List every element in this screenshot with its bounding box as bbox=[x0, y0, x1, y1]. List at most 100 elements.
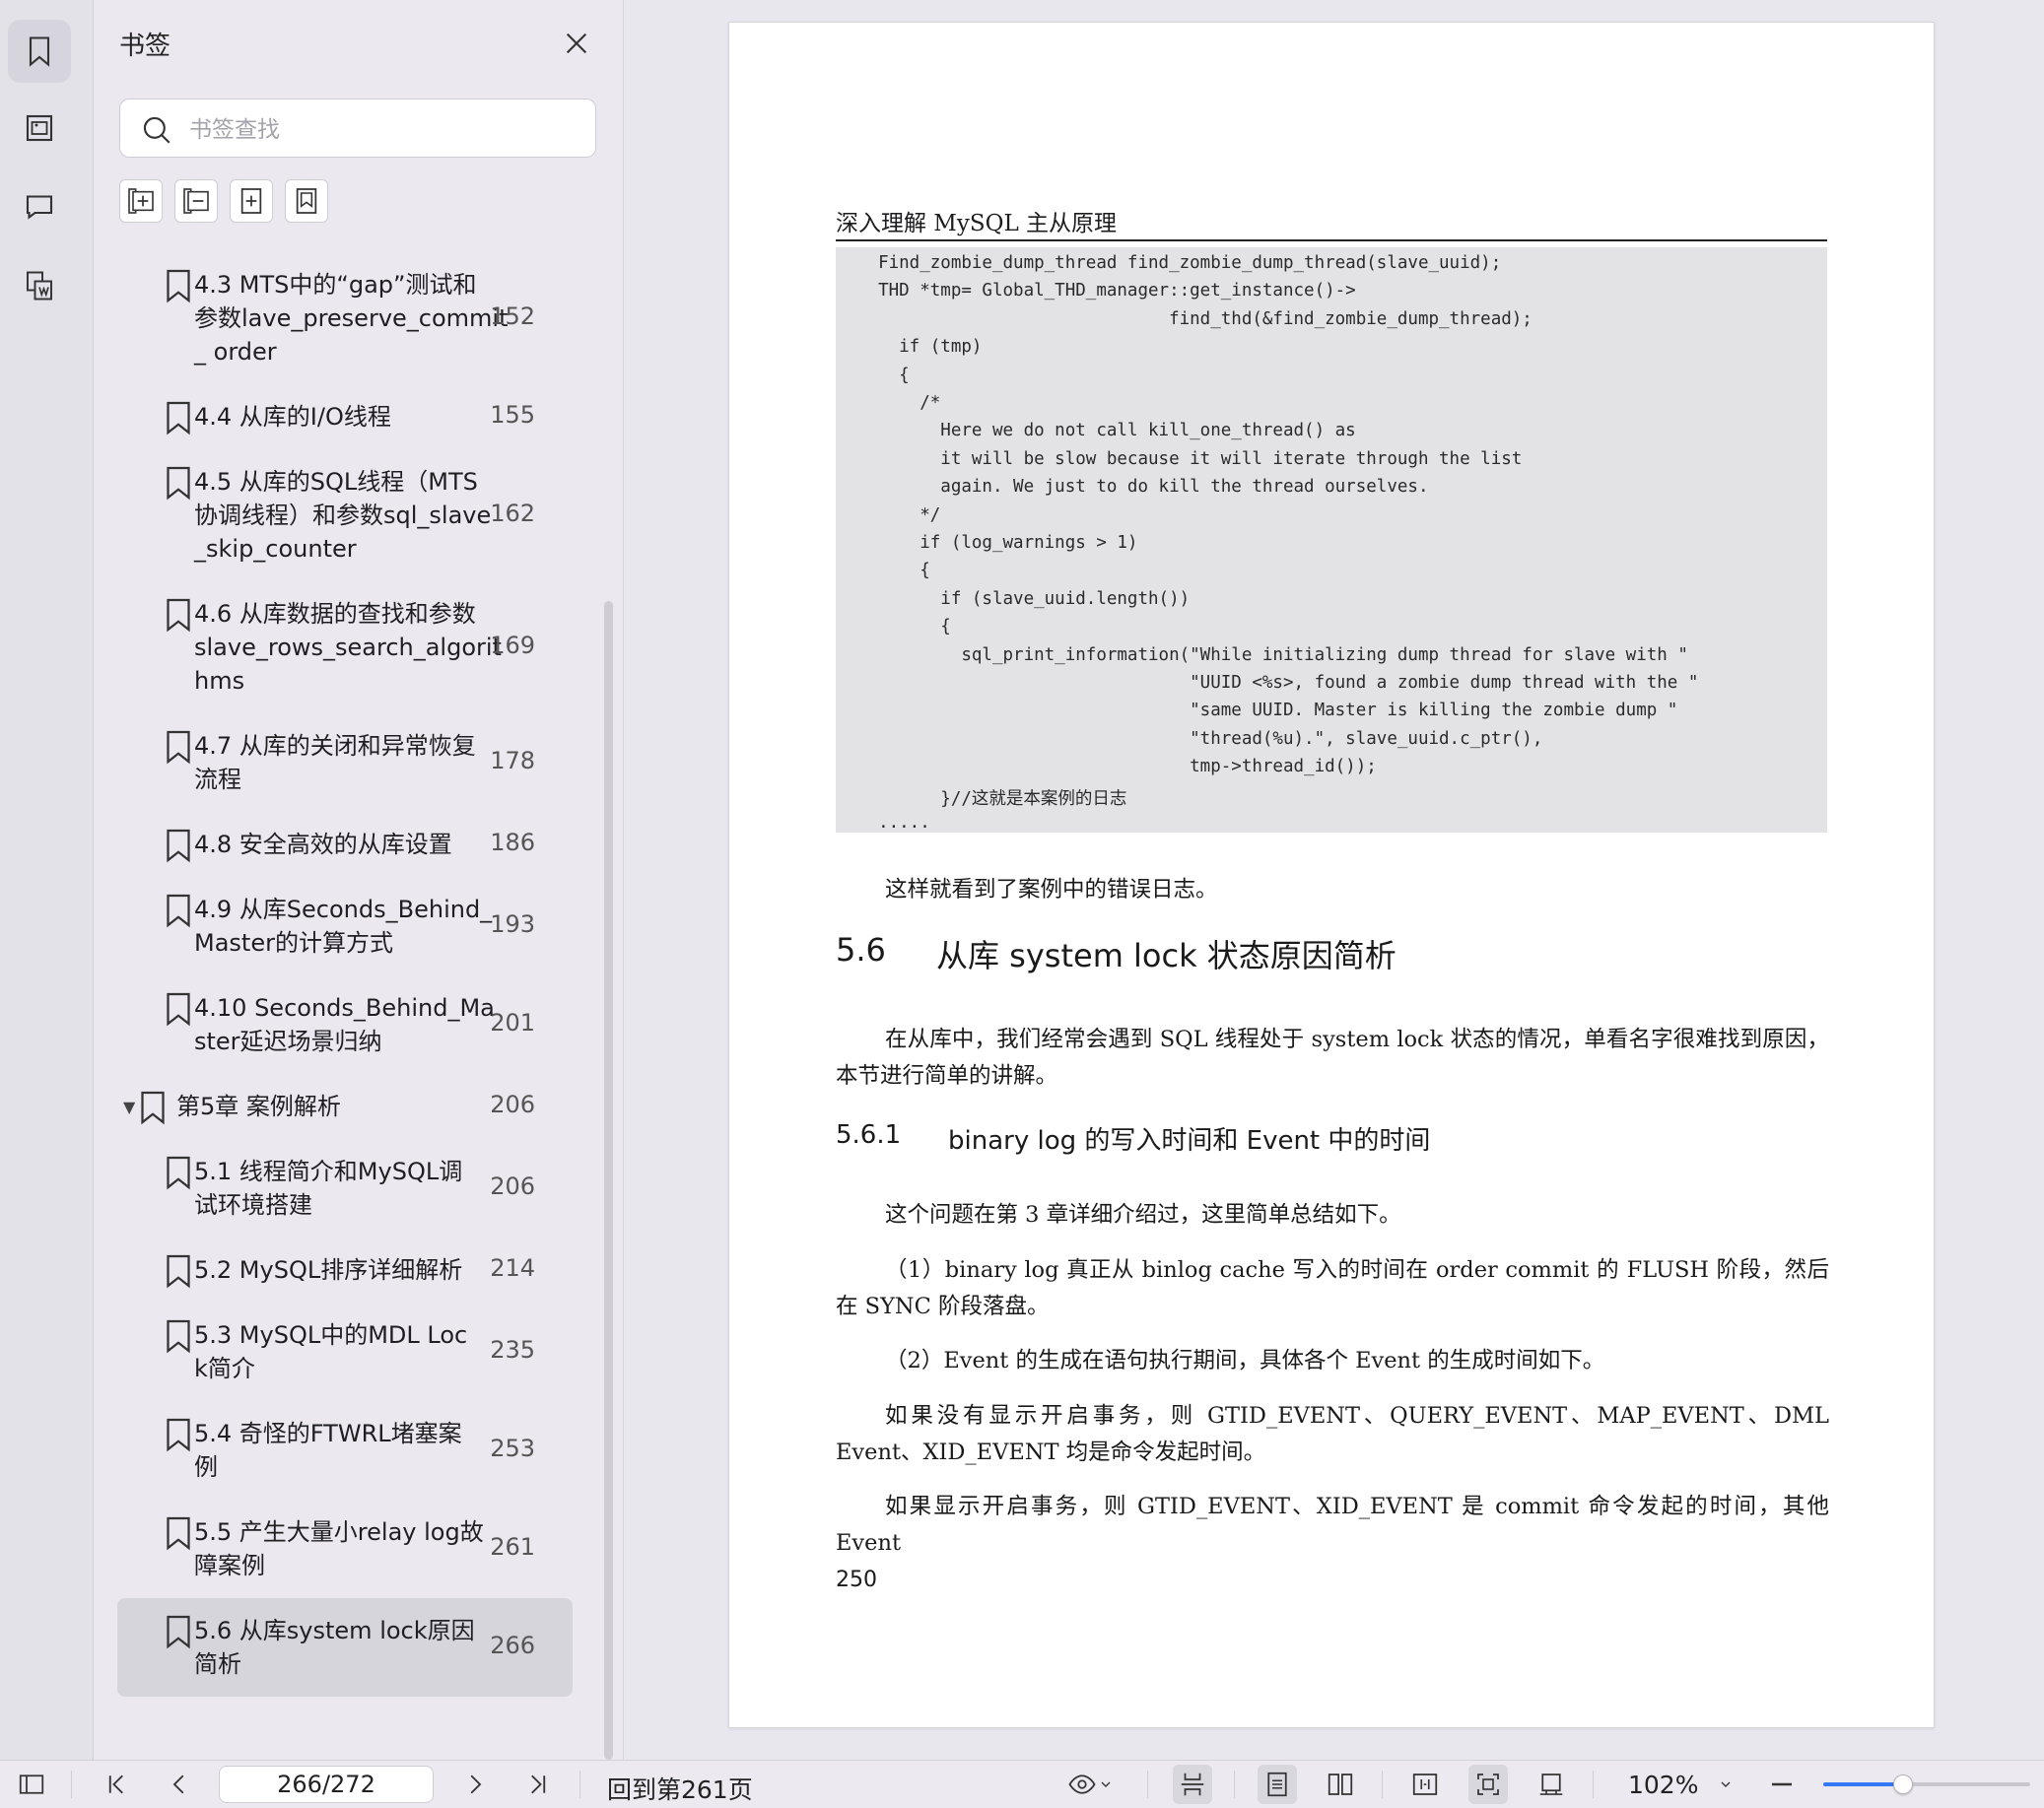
disclosure-triangle-icon[interactable]: ▼ bbox=[123, 1098, 135, 1116]
bookmark-page-number: 155 bbox=[490, 401, 535, 429]
bookmark-icon bbox=[163, 991, 194, 1027]
bookmark-label: 5.3 MySQL中的MDL Loc k简介 bbox=[194, 1321, 468, 1382]
next-page-button[interactable] bbox=[455, 1765, 495, 1804]
bookmark-label: 5.5 产生大量小relay log故 障案例 bbox=[194, 1518, 484, 1579]
bookmark-item[interactable]: 5.4 奇怪的FTWRL堵塞案 例 253 bbox=[117, 1417, 573, 1484]
zoom-dropdown[interactable] bbox=[1711, 1765, 1740, 1804]
view-mode-dropdown[interactable] bbox=[1060, 1765, 1120, 1804]
code-line: { bbox=[857, 617, 951, 637]
two-page-button[interactable] bbox=[1321, 1765, 1360, 1804]
last-page-button[interactable] bbox=[518, 1765, 558, 1804]
goto-page-link[interactable]: 回到第261页 bbox=[607, 1771, 753, 1806]
code-line: "thread(%u).", slave_uuid.c_ptr(), bbox=[857, 728, 1543, 749]
panel-scrollbar[interactable] bbox=[604, 601, 613, 1760]
bookmark-label: 4.4 从库的I/O线程 bbox=[194, 403, 391, 431]
close-icon[interactable] bbox=[561, 28, 592, 59]
rail-bookmark-button[interactable] bbox=[8, 20, 71, 83]
toggle-sidebar-button[interactable] bbox=[12, 1765, 51, 1804]
section-number: 5.6 bbox=[836, 931, 886, 969]
thumbnail-icon bbox=[26, 114, 53, 142]
bookmark-item[interactable]: ▼ 第5章 案例解析 206 bbox=[117, 1090, 573, 1125]
bookmark-label: 4.6 从库数据的查找和参数 slave_rows_search_algorit… bbox=[194, 600, 502, 695]
code-line: { bbox=[857, 561, 930, 581]
zoom-level[interactable]: 102% bbox=[1628, 1771, 1698, 1799]
bookmark-label: 第5章 案例解析 bbox=[176, 1093, 341, 1120]
zoom-out-button[interactable] bbox=[1762, 1765, 1802, 1804]
single-page-button[interactable] bbox=[1258, 1765, 1297, 1804]
expand-all-button[interactable] bbox=[119, 179, 163, 223]
sidebar-rail bbox=[0, 0, 94, 1760]
bookmark-label: 4.7 从库的关闭和异常恢复 流程 bbox=[194, 732, 476, 793]
document-viewer[interactable]: 深入理解 MySQL 主从原理 Find_zombie_dump_thread … bbox=[624, 0, 2044, 1760]
bookmark-icon bbox=[163, 893, 194, 928]
bookmark-icon bbox=[163, 465, 194, 501]
rail-comment-button[interactable] bbox=[8, 175, 71, 238]
bookmark-label: 4.8 安全高效的从库设置 bbox=[194, 831, 452, 858]
actual-size-button[interactable] bbox=[1532, 1765, 1571, 1804]
bookmark-item[interactable]: 5.2 MySQL排序详细解析 214 bbox=[117, 1253, 573, 1289]
collapse-all-button[interactable] bbox=[174, 179, 218, 223]
page-number-input[interactable] bbox=[219, 1766, 434, 1803]
bookmark-item[interactable]: 4.3 MTS中的“gap”测试和 参数lave_preserve_commit… bbox=[117, 268, 573, 368]
bookmark-icon bbox=[163, 597, 194, 633]
bookmark-label: 4.5 从库的SQL线程（MTS 协调线程）和参数sql_slave _skip… bbox=[194, 468, 492, 563]
prev-page-button[interactable] bbox=[160, 1765, 199, 1804]
comment-icon bbox=[26, 195, 53, 220]
paragraph: （2）Event 的生成在语句执行期间，具体各个 Event 的生成时间如下。 bbox=[885, 1348, 1605, 1373]
subsection-title: binary log 的写入时间和 Event 中的时间 bbox=[948, 1126, 1431, 1156]
rail-thumbnail-button[interactable] bbox=[8, 97, 71, 160]
add-bookmark-button[interactable] bbox=[230, 179, 273, 223]
bookmark-item[interactable]: 4.5 从库的SQL线程（MTS 协调线程）和参数sql_slave _skip… bbox=[117, 465, 573, 566]
running-header: 深入理解 MySQL 主从原理 bbox=[836, 188, 1827, 241]
bookmark-search-input[interactable] bbox=[187, 109, 581, 151]
bookmark-item[interactable]: 4.4 从库的I/O线程 155 bbox=[117, 400, 573, 435]
bookmark-item[interactable]: 4.7 从库的关闭和异常恢复 流程 178 bbox=[117, 729, 573, 796]
bookmark-page-number: 178 bbox=[490, 747, 535, 774]
toolbar-separator bbox=[1234, 1771, 1235, 1798]
code-line: if (slave_uuid.length()) bbox=[857, 588, 1191, 609]
bookmark-page-number: 266 bbox=[490, 1632, 535, 1659]
bookmark-panel: 书签 4.3 MTS中的“gap”测试和 参数lave_preserve_com… bbox=[94, 0, 624, 1760]
toolbar-separator bbox=[1593, 1771, 1594, 1798]
chevron-left-icon bbox=[172, 1775, 184, 1794]
bookmark-icon bbox=[163, 1614, 194, 1649]
bookmark-page-number: 206 bbox=[490, 1172, 535, 1200]
bookmark-item[interactable]: 5.6 从库system lock原因 简析 266 bbox=[117, 1598, 573, 1697]
code-line: ..... bbox=[857, 813, 930, 833]
paragraph: 如果没有显示开启事务，则 GTID_EVENT、QUERY_EVENT、MAP_… bbox=[836, 1403, 1829, 1465]
bookmark-item[interactable]: 4.9 从库Seconds_Behind_ Master的计算方式 193 bbox=[117, 893, 573, 960]
extract-icon bbox=[27, 271, 52, 301]
fit-page-button[interactable] bbox=[1468, 1765, 1508, 1804]
bookmark-item[interactable]: 4.8 安全高效的从库设置 186 bbox=[117, 828, 573, 863]
search-icon bbox=[143, 116, 170, 144]
section-title: 从库 system lock 状态原因简析 bbox=[936, 937, 1397, 974]
code-line: { bbox=[857, 365, 910, 385]
bookmark-item[interactable]: 4.10 Seconds_Behind_Ma ster延迟场景归纳 201 bbox=[117, 991, 573, 1058]
code-line: "UUID <%s>, found a zombie dump thread w… bbox=[857, 673, 1699, 693]
bookmark-search-box[interactable] bbox=[119, 99, 596, 158]
paragraph: 这个问题在第 3 章详细介绍过，这里简单总结如下。 bbox=[885, 1202, 1401, 1228]
bookmark-page-number: 261 bbox=[490, 1533, 535, 1561]
paragraph: （1）binary log 真正从 binlog cache 写入的时间在 or… bbox=[836, 1257, 1829, 1319]
fit-width-icon bbox=[1412, 1774, 1438, 1795]
bookmark-toggle-button[interactable] bbox=[285, 179, 328, 223]
bookmark-page-number: 152 bbox=[490, 302, 535, 330]
pdf-page: 深入理解 MySQL 主从原理 Find_zombie_dump_thread … bbox=[728, 22, 1935, 1728]
bookmark-item[interactable]: 5.1 线程简介和MySQL调 试环境搭建 206 bbox=[117, 1155, 573, 1222]
code-line: }//这就是本案例的日志 bbox=[857, 788, 1127, 809]
rail-extract-button[interactable] bbox=[8, 254, 71, 317]
fit-width-button[interactable] bbox=[1405, 1765, 1445, 1804]
bookmark-item[interactable]: 5.3 MySQL中的MDL Loc k简介 235 bbox=[117, 1318, 573, 1385]
continuous-scroll-button[interactable] bbox=[1173, 1765, 1212, 1804]
bookmark-item[interactable]: 5.5 产生大量小relay log故 障案例 261 bbox=[117, 1515, 573, 1582]
toolbar-separator bbox=[1382, 1771, 1383, 1798]
bookmark-page-number: 201 bbox=[490, 1009, 535, 1037]
code-line: Find_zombie_dump_thread find_zombie_dump… bbox=[857, 253, 1502, 273]
section-intro: 在从库中，我们经常会遇到 SQL 线程处于 system lock 状态的情况，… bbox=[836, 1027, 1829, 1089]
single-page-icon bbox=[1267, 1772, 1287, 1797]
zoom-slider-knob[interactable] bbox=[1892, 1775, 1913, 1794]
running-header-text: 深入理解 MySQL 主从原理 bbox=[836, 211, 1118, 236]
add-bookmark-icon bbox=[240, 188, 262, 214]
bookmark-item[interactable]: 4.6 从库数据的查找和参数 slave_rows_search_algorit… bbox=[117, 597, 573, 698]
first-page-button[interactable] bbox=[97, 1765, 136, 1804]
